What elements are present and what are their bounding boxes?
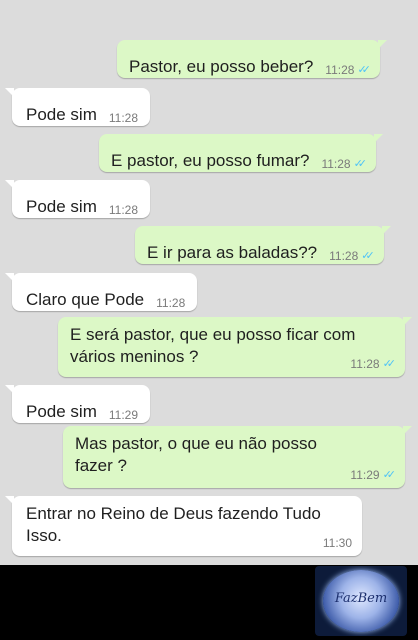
message-text: E será pastor, que eu posso ficar com vá… bbox=[70, 325, 356, 366]
message-meta: 11:29 bbox=[109, 408, 138, 422]
message-bubble-incoming[interactable]: Pode sim 11:29 bbox=[4, 385, 151, 423]
message-text: Claro que Pode bbox=[26, 290, 145, 309]
chat-area: Pastor, eu posso beber? 11:28 ✓✓ Pode si… bbox=[0, 0, 418, 565]
message-bubble-outgoing[interactable]: Mas pastor, o que eu não posso fazer ? 1… bbox=[63, 426, 412, 488]
message-text: Entrar no Reino de Deus fazendo Tudo Iss… bbox=[26, 504, 321, 545]
message-time: 11:28 bbox=[350, 357, 380, 371]
message-bubble-incoming[interactable]: Pode sim 11:28 bbox=[4, 180, 151, 218]
message-text: Mas pastor, o que eu não posso fazer ? bbox=[75, 434, 317, 475]
message-time: 11:28 bbox=[108, 111, 139, 125]
message-text: E pastor, eu posso fumar? bbox=[111, 151, 310, 170]
message-time: 11:29 bbox=[350, 468, 380, 482]
message-bubble-incoming[interactable]: Claro que Pode 11:28 bbox=[4, 273, 198, 311]
watermark-logo: FazBem bbox=[315, 566, 407, 636]
message-meta: 11:28 ✓✓ bbox=[329, 249, 375, 263]
message-text: E ir para as baladas?? bbox=[147, 243, 318, 262]
message-time: 11:28 bbox=[325, 63, 355, 77]
message-bubble-incoming[interactable]: Entrar no Reino de Deus fazendo Tudo Iss… bbox=[5, 496, 362, 556]
message-time: 11:28 bbox=[156, 296, 186, 310]
message-text: Pode sim bbox=[26, 197, 97, 216]
read-receipt-icon: ✓✓ bbox=[382, 358, 397, 370]
message-meta: 11:28 bbox=[156, 296, 185, 310]
message-bubble-outgoing[interactable]: Pastor, eu posso beber? 11:28 ✓✓ bbox=[117, 40, 387, 78]
message-bubble-outgoing[interactable]: E será pastor, que eu posso ficar com vá… bbox=[58, 317, 412, 377]
message-time: 11:28 bbox=[329, 249, 359, 263]
message-text: Pastor, eu posso beber? bbox=[129, 57, 314, 76]
message-bubble-incoming[interactable]: Pode sim 11:28 bbox=[4, 88, 151, 126]
message-meta: 11:28 ✓✓ bbox=[350, 357, 397, 371]
message-meta: 11:28 bbox=[109, 111, 138, 125]
message-time: 11:28 bbox=[321, 157, 351, 171]
message-meta: 11:29 ✓✓ bbox=[350, 468, 397, 482]
message-meta: 11:28 ✓✓ bbox=[325, 63, 371, 77]
watermark-text: FazBem bbox=[334, 591, 388, 606]
message-text: Pode sim bbox=[26, 402, 97, 421]
message-text: Pode sim bbox=[26, 105, 97, 124]
read-receipt-icon: ✓✓ bbox=[357, 64, 371, 76]
message-bubble-outgoing[interactable]: E pastor, eu posso fumar? 11:28 ✓✓ bbox=[99, 134, 384, 172]
message-meta: 11:28 ✓✓ bbox=[321, 157, 368, 171]
message-time: 11:29 bbox=[108, 408, 139, 422]
message-bubble-outgoing[interactable]: E ir para as baladas?? 11:28 ✓✓ bbox=[135, 226, 391, 264]
read-receipt-icon: ✓✓ bbox=[353, 158, 368, 170]
read-receipt-icon: ✓✓ bbox=[382, 469, 397, 481]
message-time: 11:30 bbox=[322, 536, 352, 550]
message-meta: 11:30 bbox=[323, 536, 352, 550]
message-time: 11:28 bbox=[108, 203, 139, 217]
message-meta: 11:28 bbox=[109, 203, 138, 217]
read-receipt-icon: ✓✓ bbox=[361, 250, 375, 262]
